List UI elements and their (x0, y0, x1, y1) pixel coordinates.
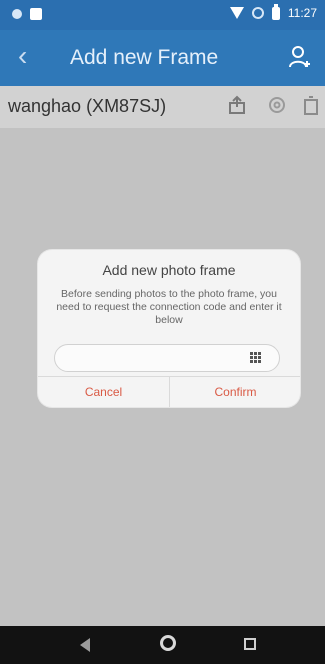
nav-recent-icon[interactable] (244, 638, 256, 650)
status-bar: 11:27 (0, 0, 325, 30)
status-time: 11:27 (287, 6, 317, 20)
connection-code-input[interactable] (54, 344, 280, 372)
system-nav-bar (0, 626, 325, 664)
status-left-icons (12, 8, 42, 20)
qr-scan-icon[interactable] (250, 352, 262, 364)
add-photo-frame-dialog: Add new photo frame Before sending photo… (38, 250, 300, 407)
dialog-title: Add new photo frame (102, 262, 236, 278)
frame-name: wanghao (XM87SJ) (8, 96, 167, 116)
page-title: Add new Frame (70, 46, 219, 69)
battery-icon (271, 3, 280, 20)
add-user-icon[interactable] (287, 44, 313, 70)
status-right-icons: 11:27 (229, 3, 317, 20)
notification-dot-icon (12, 9, 22, 19)
wifi-icon (229, 7, 244, 19)
confirm-button[interactable]: Confirm (170, 377, 300, 407)
notification-square-icon (30, 8, 42, 20)
share-icon[interactable] (226, 94, 248, 116)
nav-back-icon[interactable] (80, 638, 90, 652)
app-bar: ‹ Add new Frame (0, 30, 325, 86)
trash-icon[interactable] (300, 94, 322, 116)
dialog-message: Before sending photos to the photo frame… (56, 288, 282, 326)
signal-icon (251, 7, 264, 19)
cancel-button[interactable]: Cancel (38, 377, 169, 407)
nav-home-icon[interactable] (160, 635, 176, 651)
frame-header: wanghao (XM87SJ) (0, 86, 325, 129)
back-arrow-icon[interactable]: ‹ (18, 40, 27, 72)
gear-icon[interactable] (266, 94, 288, 116)
